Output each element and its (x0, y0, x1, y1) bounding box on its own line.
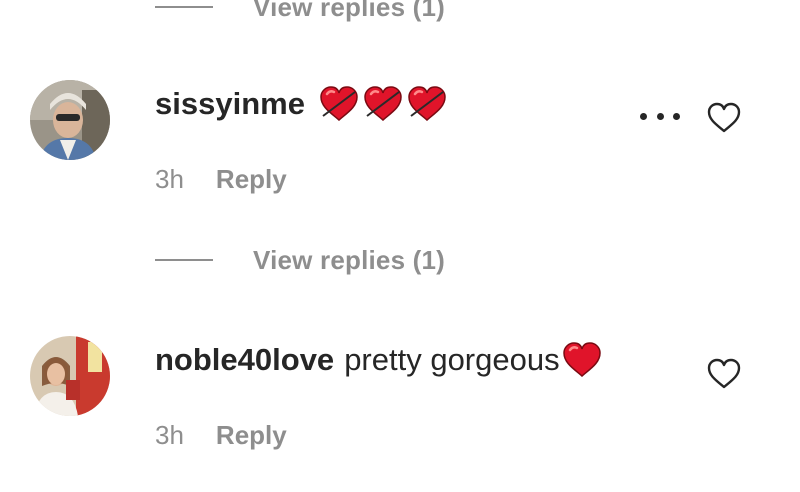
comment-body: sissyinme (155, 86, 447, 122)
avatar[interactable] (30, 336, 110, 416)
view-replies-button[interactable]: View replies (1) (155, 245, 445, 275)
replies-divider (155, 259, 213, 261)
replies-divider (155, 6, 213, 8)
heart-emoji-icon (407, 86, 447, 122)
heart-emoji-icon (562, 342, 602, 378)
comment-text: pretty gorgeous (344, 342, 601, 378)
view-replies-label: View replies (1) (253, 244, 446, 275)
view-replies-button[interactable]: View replies (1) (155, 0, 445, 22)
more-options-icon[interactable] (640, 106, 680, 126)
comment-text (315, 86, 447, 122)
comment-username[interactable]: sissyinme (155, 86, 305, 122)
comment-text-value: pretty gorgeous (344, 342, 560, 377)
view-replies-label: View replies (1) (253, 0, 446, 22)
heart-outline-icon[interactable] (707, 358, 741, 390)
reply-button[interactable]: Reply (216, 420, 287, 451)
comment-item: sissyinme 3h Reply (0, 80, 800, 220)
comments-panel: View replies (1) sissyinme 3h Reply View… (0, 0, 800, 492)
comment-item: noble40love pretty gorgeous 3h Reply (0, 336, 800, 476)
comment-timestamp[interactable]: 3h (155, 164, 184, 195)
reply-button[interactable]: Reply (216, 164, 287, 195)
heart-emoji-icon (363, 86, 403, 122)
comment-meta: 3h Reply (155, 164, 287, 195)
heart-outline-icon[interactable] (707, 102, 741, 134)
comment-meta: 3h Reply (155, 420, 287, 451)
comment-body: noble40love pretty gorgeous (155, 342, 602, 378)
avatar[interactable] (30, 80, 110, 160)
heart-emoji-icon (319, 86, 359, 122)
comment-username[interactable]: noble40love (155, 342, 334, 378)
comment-timestamp[interactable]: 3h (155, 420, 184, 451)
